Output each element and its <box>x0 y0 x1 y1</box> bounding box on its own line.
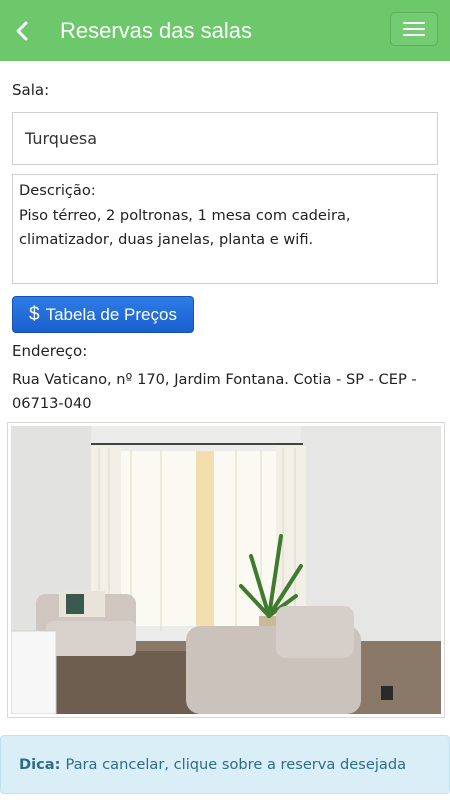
sala-value: Turquesa <box>25 129 98 148</box>
endereco-label: Endereço: <box>12 342 88 360</box>
sala-label: Sala: <box>12 81 50 99</box>
tip-text: Para cancelar, clique sobre a reserva de… <box>65 756 407 773</box>
menu-button[interactable] <box>390 12 438 46</box>
room-photo <box>7 422 445 718</box>
chevron-left-icon <box>16 21 28 40</box>
descricao-value: Piso térreo, 2 poltronas, 1 mesa com cad… <box>19 206 351 249</box>
dollar-icon: $ <box>29 303 40 325</box>
room-photo-image <box>11 426 441 714</box>
descricao-field[interactable]: Descrição: Piso térreo, 2 poltronas, 1 m… <box>12 174 438 284</box>
hamburger-menu-icon <box>403 22 425 24</box>
back-button[interactable] <box>0 0 44 61</box>
price-table-button[interactable]: $ Tabela de Preços <box>12 296 194 333</box>
price-table-label: Tabela de Preços <box>45 304 177 324</box>
top-navbar: Reservas das salas <box>0 0 450 61</box>
endereco-value: Rua Vaticano, nº 170, Jardim Fontana. Co… <box>12 371 417 412</box>
tip-title: Dica: <box>19 756 61 773</box>
descricao-label: Descrição: <box>19 182 96 199</box>
sala-field[interactable]: Turquesa <box>12 112 438 165</box>
tip-alert: Dica: Para cancelar, clique sobre a rese… <box>0 735 450 794</box>
page-title: Reservas das salas <box>60 17 252 43</box>
